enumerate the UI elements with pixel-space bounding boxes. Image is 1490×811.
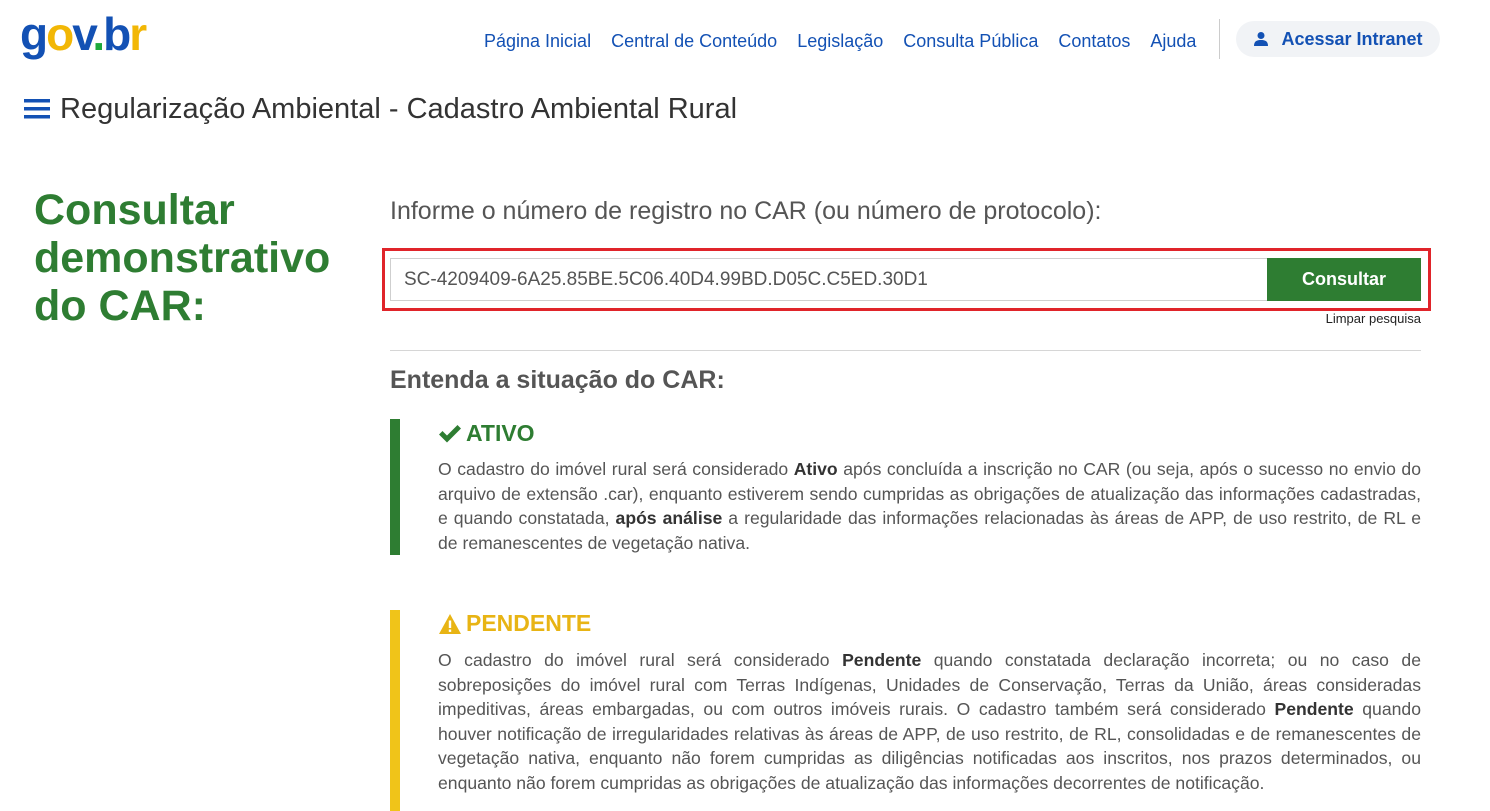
nav-link-consulta-publica[interactable]: Consulta Pública [903, 31, 1038, 52]
nav-link-central-de-conteudo[interactable]: Central de Conteúdo [611, 31, 777, 52]
check-icon [439, 424, 461, 442]
warning-icon [439, 613, 461, 634]
nav-link-legislacao[interactable]: Legislação [797, 31, 883, 52]
status-pendente-label: PENDENTE [466, 610, 592, 636]
status-pendente-bar [390, 610, 400, 811]
status-ativo-label: ATIVO [466, 420, 535, 446]
car-number-input[interactable] [390, 258, 1268, 301]
consultar-button[interactable]: Consultar [1267, 258, 1421, 301]
clear-search-link[interactable]: Limpar pesquisa [1326, 311, 1421, 326]
access-intranet-button[interactable]: Acessar Intranet [1236, 21, 1440, 57]
page-title: Regularização Ambiental - Cadastro Ambie… [60, 93, 738, 125]
top-navigation: Página Inicial Central de Conteúdo Legis… [484, 30, 1206, 52]
nav-divider [1219, 19, 1220, 59]
consult-heading: Consultar demonstrativo do CAR: [34, 186, 331, 330]
nav-link-ajuda[interactable]: Ajuda [1150, 31, 1196, 52]
status-section-title: Entenda a situação do CAR: [390, 366, 725, 394]
status-pendente-description: O cadastro do imóvel rural será consider… [438, 650, 1421, 793]
status-ativo-bar [390, 419, 400, 555]
status-ativo-heading: ATIVO [438, 420, 535, 447]
svg-text:gov.br: gov.br [20, 10, 147, 60]
hamburger-menu-icon[interactable] [24, 98, 50, 120]
access-intranet-label: Acessar Intranet [1281, 28, 1423, 49]
nav-link-contatos[interactable]: Contatos [1058, 31, 1130, 52]
user-icon [1254, 32, 1269, 46]
status-ativo-block: ATIVO O cadastro do imóvel rural será co… [390, 419, 1421, 555]
search-label: Informe o número de registro no CAR (ou … [390, 197, 1102, 225]
status-pendente-block: PENDENTE O cadastro do imóvel rural será… [390, 610, 1421, 811]
govbr-logo[interactable]: gov.br [20, 10, 160, 66]
section-divider [390, 350, 1421, 351]
nav-link-pagina-inicial[interactable]: Página Inicial [484, 31, 591, 52]
status-ativo-description: O cadastro do imóvel rural será consider… [438, 459, 1421, 553]
status-pendente-heading: PENDENTE [438, 610, 591, 637]
